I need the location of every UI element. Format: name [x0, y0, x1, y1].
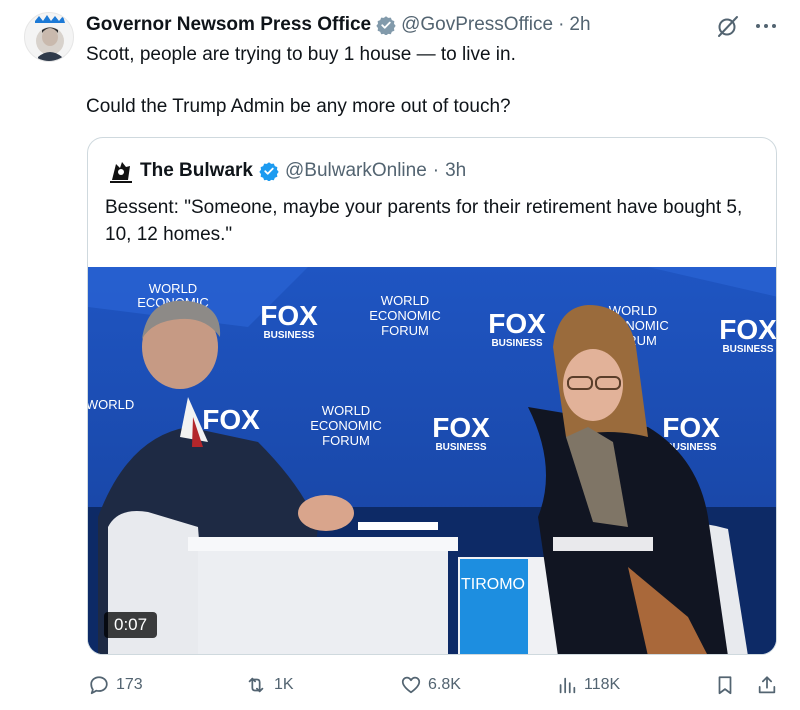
share-icon [756, 673, 778, 697]
tweet-paragraph-1: Scott, people are trying to buy 1 house … [86, 44, 516, 65]
verified-badge-icon[interactable] [259, 161, 279, 181]
tweet-paragraph-2: Could the Trump Admin be any more out of… [86, 96, 511, 117]
like-button[interactable]: 6.8K [400, 670, 461, 700]
quoted-tweet[interactable]: The Bulwark @BulwarkOnline · 3h Bessent:… [87, 137, 777, 655]
separator-dot: · [558, 14, 565, 35]
backdrop-text: BUSINESS [263, 330, 314, 341]
backdrop-text: ECONOMIC [310, 418, 382, 433]
share-button[interactable] [756, 670, 778, 700]
quoted-handle[interactable]: @BulwarkOnline [285, 160, 427, 182]
backdrop-text: FOX [719, 314, 777, 345]
backdrop-text: WORLD [88, 397, 134, 412]
backdrop-text: BUSINESS [435, 442, 486, 453]
backdrop-text: FORUM [381, 323, 429, 338]
backdrop-text: ECONOMIC [369, 308, 441, 323]
desk-sign-text: TIROMO [461, 576, 525, 593]
author-avatar[interactable] [24, 12, 74, 62]
tweet-header: Governor Newsom Press Office @GovPressOf… [86, 12, 591, 38]
backdrop-text: BUSINESS [722, 344, 773, 355]
repost-button[interactable]: 1K [244, 670, 294, 700]
backdrop-text: FOX [432, 412, 490, 443]
tweet-time[interactable]: 2h [569, 14, 590, 36]
reply-count: 173 [116, 676, 143, 693]
quoted-avatar[interactable] [108, 158, 134, 184]
views-button[interactable]: 118K [556, 670, 620, 700]
views-icon [556, 674, 578, 696]
backdrop-text: FOX [488, 308, 546, 339]
backdrop-text: WORLD [149, 281, 197, 296]
author-name[interactable]: Governor Newsom Press Office [86, 14, 371, 36]
video-player[interactable]: WORLD ECONOMIC WORLD ECONOMIC FORUM WORL… [88, 267, 777, 654]
action-bar: 173 1K 6.8K 118K [0, 670, 800, 700]
backdrop-text: FOX [662, 412, 720, 443]
backdrop-text: BUSINESS [491, 338, 542, 349]
backdrop-text: WORLD [322, 403, 370, 418]
like-count: 6.8K [428, 676, 461, 693]
quoted-header: The Bulwark @BulwarkOnline · 3h [108, 158, 466, 184]
backdrop-text: FORUM [322, 433, 370, 448]
tweet-text: Scott, people are trying to buy 1 house … [86, 42, 776, 120]
repost-icon [244, 674, 268, 696]
author-handle[interactable]: @GovPressOffice [401, 14, 553, 36]
backdrop-text: WORLD [381, 293, 429, 308]
reply-icon [88, 674, 110, 696]
quoted-author-name[interactable]: The Bulwark [140, 160, 253, 182]
bookmark-button[interactable] [714, 670, 736, 700]
backdrop-text: FOX [202, 404, 260, 435]
bookmark-icon [714, 673, 736, 697]
backdrop-text: FOX [260, 300, 318, 331]
repost-count: 1K [274, 676, 294, 693]
more-icon[interactable] [754, 16, 778, 36]
grok-icon[interactable] [716, 14, 740, 38]
quoted-text: Bessent: "Someone, maybe your parents fo… [105, 197, 743, 245]
reply-button[interactable]: 173 [88, 670, 143, 700]
quoted-time[interactable]: 3h [445, 160, 466, 182]
video-duration: 0:07 [104, 612, 158, 638]
like-icon [400, 674, 422, 696]
separator-dot: · [432, 160, 440, 181]
views-count: 118K [584, 676, 621, 693]
verified-badge-icon[interactable] [376, 15, 396, 35]
